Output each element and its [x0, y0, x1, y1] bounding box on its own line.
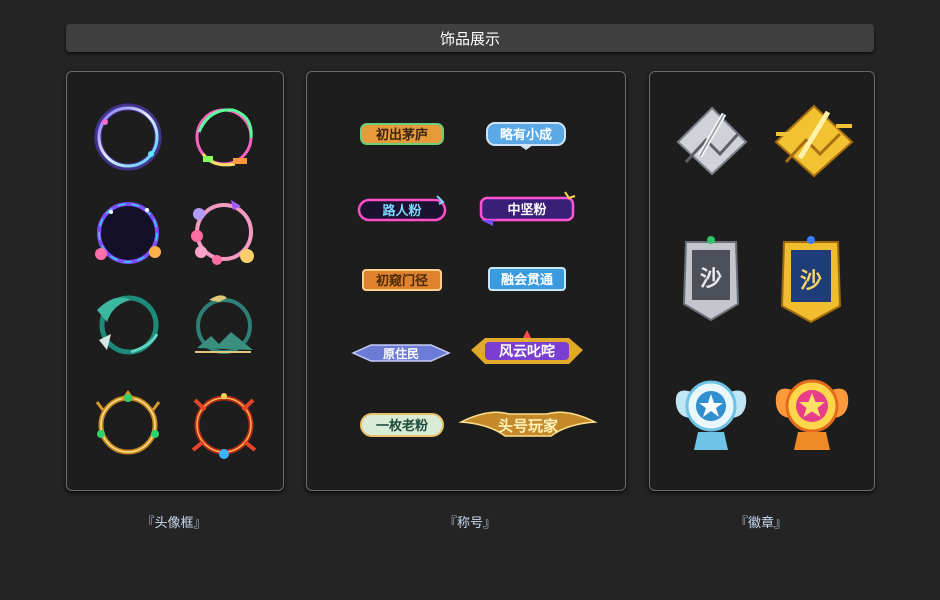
title-badge-top-player[interactable]: 头号玩家 — [458, 402, 598, 444]
jade-wave-frame-icon[interactable] — [91, 290, 163, 360]
flower-frame-icon[interactable] — [187, 196, 261, 268]
silver-sand-badge-icon[interactable]: 沙 — [678, 234, 744, 322]
avatar-frames-panel — [66, 71, 284, 491]
title-text: 初出茅庐 — [376, 127, 428, 143]
title-text: 路人粉 — [382, 203, 421, 219]
title-badge-passerby-fan[interactable]: 路人粉 — [357, 195, 447, 224]
title-badge-old-fan[interactable]: 一枚老粉 — [359, 412, 445, 438]
title-text: 头号玩家 — [498, 417, 558, 435]
title-text: 初窥门径 — [376, 273, 428, 289]
badges-caption: 『徽章』 — [734, 516, 787, 531]
galaxy-frame-icon[interactable] — [91, 198, 165, 268]
titles-caption: 『称号』 — [443, 516, 496, 531]
title-text: 中坚粉 — [507, 202, 546, 218]
sand-glyph-text: 沙 — [800, 269, 822, 294]
gold-sand-badge-icon[interactable]: 沙 — [776, 234, 846, 324]
silver-star-trophy-icon[interactable] — [672, 374, 750, 454]
title-badge-native[interactable]: 原住民 — [351, 340, 451, 366]
silver-sword-badge-icon[interactable] — [676, 106, 748, 176]
gold-gem-frame-icon[interactable] — [93, 390, 163, 460]
neon-vine-frame-icon[interactable] — [189, 102, 259, 172]
title-text: 融会贯通 — [501, 272, 553, 288]
neon-ring-frame-icon[interactable] — [93, 102, 163, 172]
gold-sword-badge-icon[interactable] — [772, 104, 856, 178]
jade-landscape-frame-icon[interactable] — [191, 292, 257, 360]
red-flame-frame-icon[interactable] — [189, 390, 259, 460]
avatar-frames-caption: 『头像框』 — [141, 516, 207, 531]
badges-panel: 沙 沙 — [649, 71, 875, 491]
title-badge-core-fan[interactable]: 中坚粉 — [475, 190, 579, 226]
title-text: 略有小成 — [500, 127, 552, 143]
title-badge-mastery[interactable]: 融会贯通 — [487, 266, 567, 292]
title-badge-small-success[interactable]: 略有小成 — [483, 120, 569, 150]
page-title: 饰品展示 — [66, 24, 874, 52]
title-text: 风云叱咤 — [499, 343, 555, 360]
title-badge-beginner[interactable]: 初出茅庐 — [359, 122, 445, 146]
sand-glyph-text: 沙 — [700, 267, 722, 292]
titles-panel: 初出茅庐 略有小成 路人粉 中坚粉 初窥门径 融会贯通 原住民 风云叱咤 一枚老… — [306, 71, 626, 491]
title-text: 原住民 — [383, 346, 419, 361]
title-badge-glimpse[interactable]: 初窥门径 — [361, 268, 443, 292]
title-badge-mighty[interactable]: 风云叱咤 — [467, 330, 587, 372]
title-text: 一枚老粉 — [376, 418, 428, 434]
gold-star-trophy-icon[interactable] — [772, 372, 852, 454]
